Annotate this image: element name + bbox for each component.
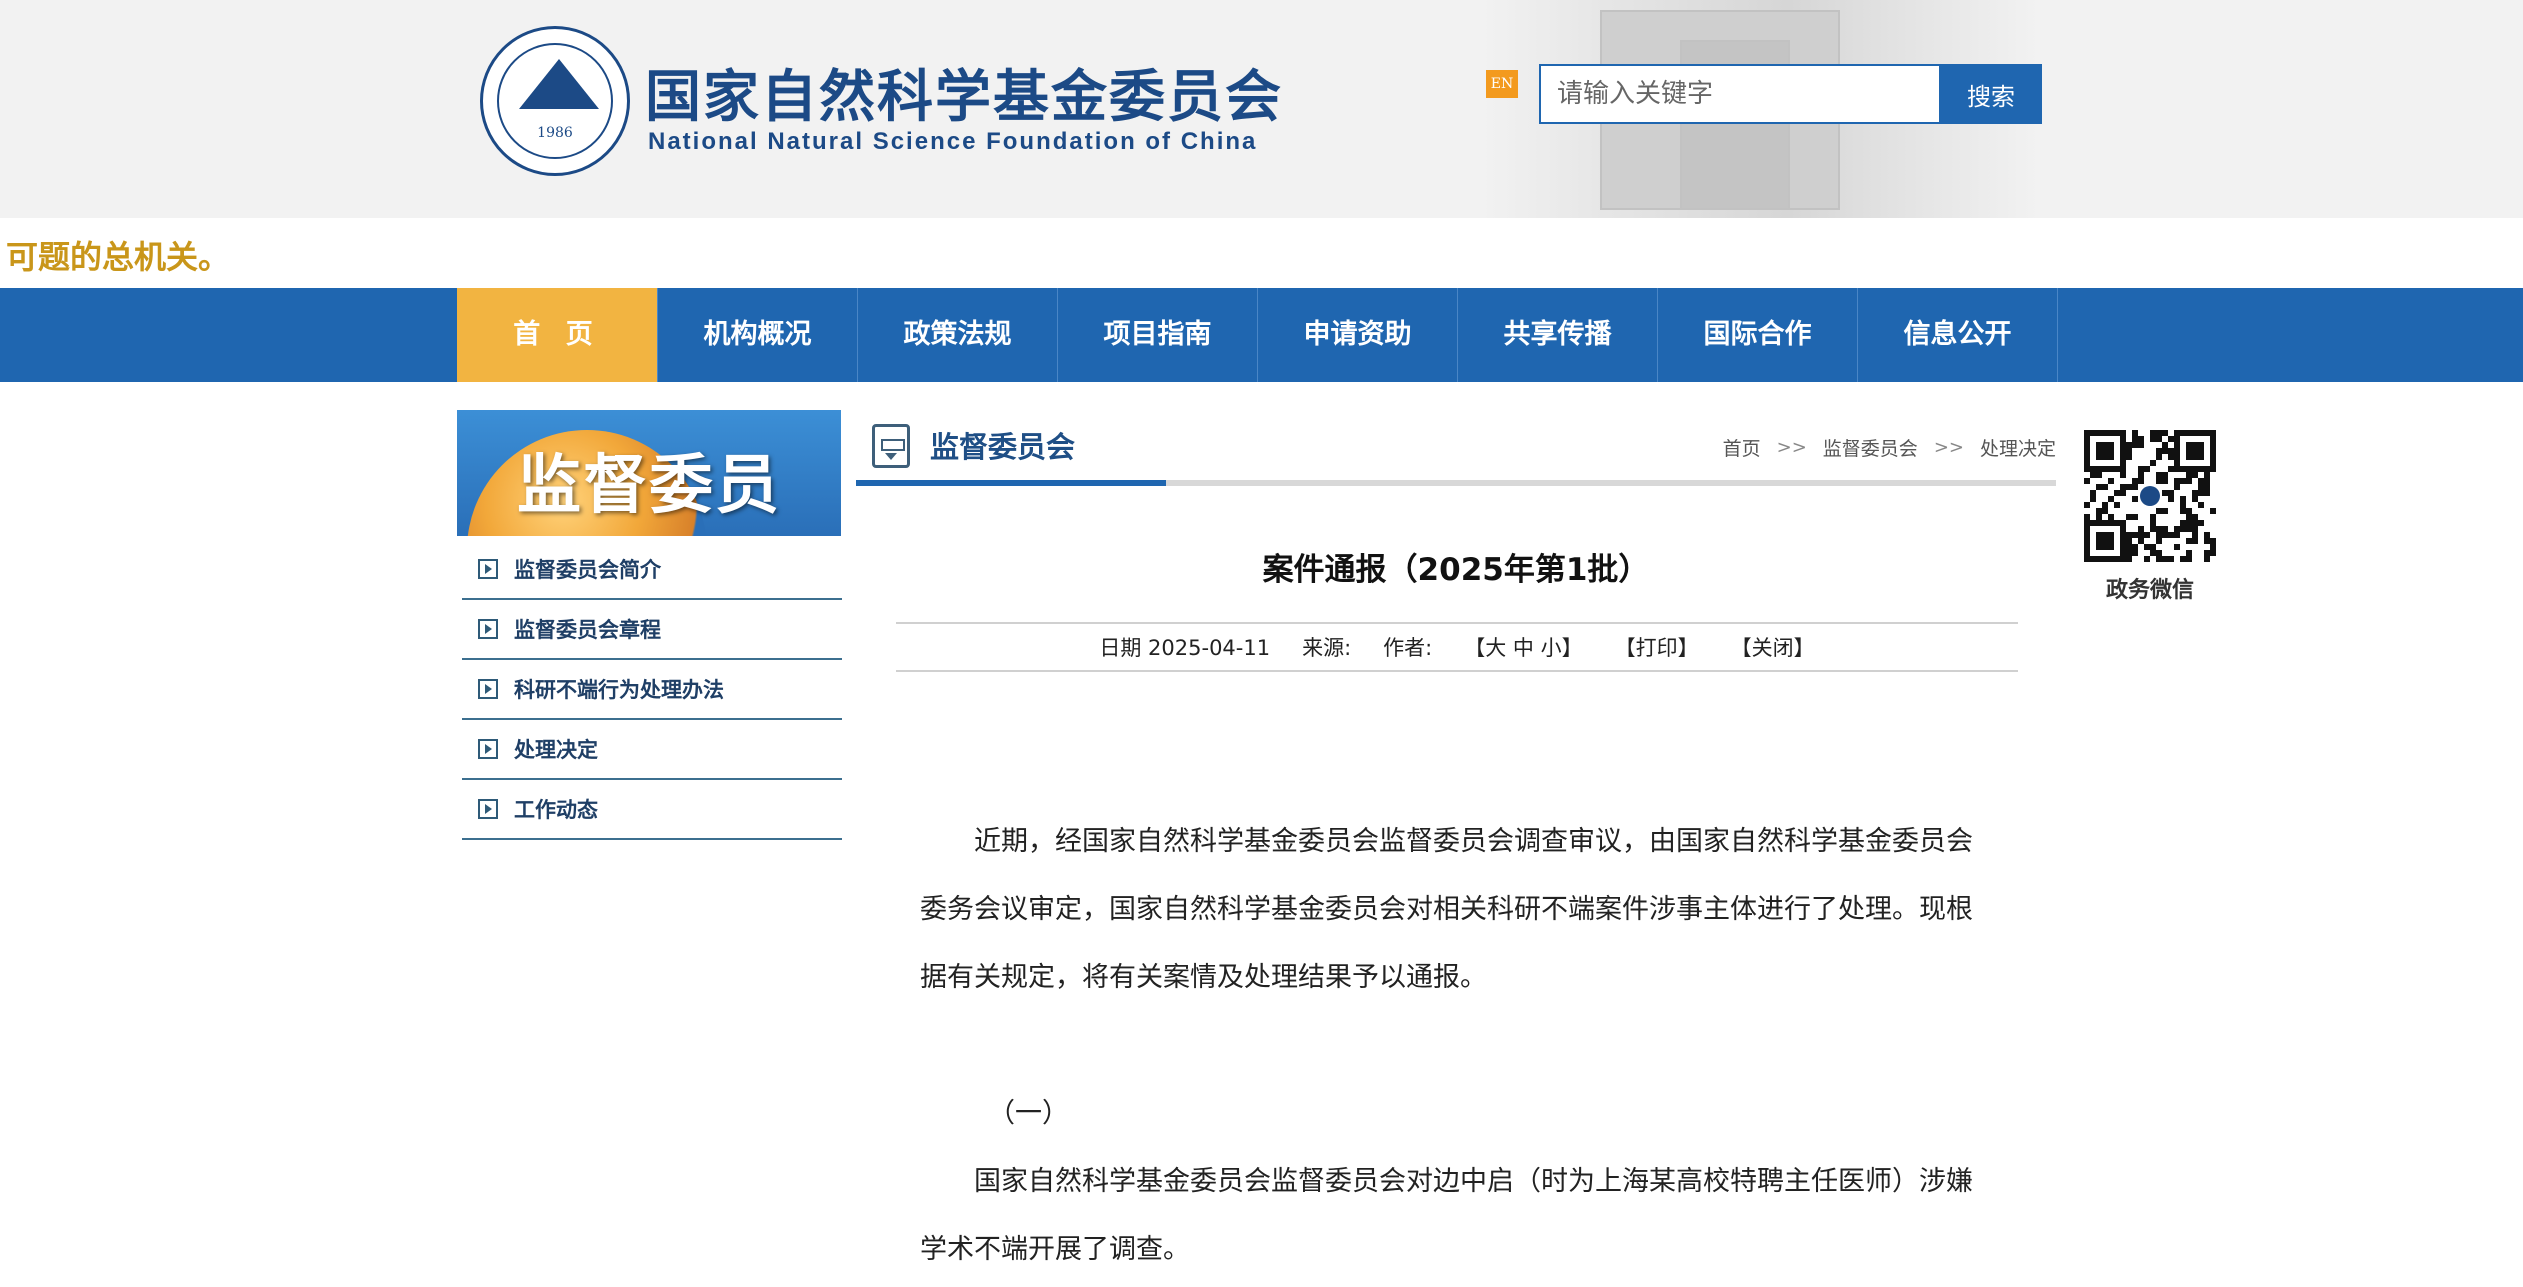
arrow-right-icon [478, 739, 498, 759]
sidebar-item-label: 科研不端行为处理办法 [514, 678, 724, 702]
sidebar-item-intro[interactable]: 监督委员会简介 [462, 540, 842, 600]
nsfc-seal-logo[interactable]: 1986 [480, 26, 630, 176]
nav-item-home[interactable]: 首 页 [457, 288, 657, 382]
nav-item-policy[interactable]: 政策法规 [857, 288, 1057, 382]
arrow-right-icon [478, 679, 498, 699]
column-header: 监督委员会 首页 >> 监督委员会 >> 处理决定 [856, 410, 2056, 486]
column-header-accent [856, 480, 1166, 486]
wechat-qr-code[interactable] [2084, 430, 2216, 562]
article-date: 日期 2025-04-11 [1099, 636, 1271, 660]
breadcrumb-separator: >> [1776, 437, 1807, 458]
english-version-link[interactable]: EN [1486, 70, 1518, 98]
qr-label: 政务微信 [2105, 578, 2194, 603]
arrow-right-icon [478, 559, 498, 579]
breadcrumb-separator: >> [1933, 437, 1964, 458]
nav-item-share[interactable]: 共享传播 [1457, 288, 1657, 382]
nav-item-international[interactable]: 国际合作 [1657, 288, 1857, 382]
search-input[interactable] [1539, 64, 1941, 124]
search-button[interactable]: 搜索 [1940, 64, 2042, 124]
sidebar-banner: 监督委员会 [457, 410, 841, 536]
column-title: 监督委员会 [930, 430, 1076, 464]
sidebar-item-charter[interactable]: 监督委员会章程 [462, 600, 842, 660]
sidebar-banner-title: 监督委员会 [517, 449, 781, 523]
logo-title-en[interactable]: National Natural Science Foundation of C… [648, 128, 1257, 156]
article-body: 近期，经国家自然科学基金委员会监督委员会调查审议，由国家自然科学基金委员会委务会… [920, 808, 1996, 1284]
article-section-heading: （一） [988, 1098, 1069, 1129]
logo-title-cn[interactable]: 国家自然科学基金委员会 [645, 52, 1283, 133]
article-paragraph: 近期，经国家自然科学基金委员会监督委员会调查审议，由国家自然科学基金委员会委务会… [920, 826, 1973, 993]
sidebar-item-label: 监督委员会简介 [514, 558, 661, 582]
nav-item-about[interactable]: 机构概况 [657, 288, 857, 382]
sidebar-item-label: 处理决定 [514, 738, 598, 762]
seal-year: 1986 [537, 125, 573, 141]
sidebar-item-news[interactable]: 工作动态 [462, 780, 842, 840]
sidebar-item-misconduct-rules[interactable]: 科研不端行为处理办法 [462, 660, 842, 720]
scrolling-notice-text: 可题的总机关。 [6, 238, 231, 276]
nav-item-guide[interactable]: 项目指南 [1057, 288, 1257, 382]
nav-item-apply[interactable]: 申请资助 [1257, 288, 1457, 382]
breadcrumb-home[interactable]: 首页 [1723, 434, 1761, 461]
article-paragraph: 国家自然科学基金委员会监督委员会对边中启（时为上海某高校特聘主任医师）涉嫌学术不… [920, 1166, 1973, 1265]
font-size-control[interactable]: 【大 中 小】 [1464, 632, 1582, 662]
close-link[interactable]: 【关闭】 [1731, 632, 1815, 662]
breadcrumb-section[interactable]: 监督委员会 [1823, 434, 1918, 461]
nav-item-disclosure[interactable]: 信息公开 [1857, 288, 2057, 382]
arrow-right-icon [478, 799, 498, 819]
breadcrumb: 首页 >> 监督委员会 >> 处理决定 [1723, 434, 2056, 461]
article-author: 作者: [1383, 636, 1433, 660]
site-header: 1986 国家自然科学基金委员会 National Natural Scienc… [0, 0, 2523, 218]
arrow-right-icon [478, 619, 498, 639]
sidebar-item-label: 监督委员会章程 [514, 618, 661, 642]
document-icon [872, 424, 910, 468]
article-title: 案件通报（2025年第1批） [1262, 552, 1650, 588]
breadcrumb-current[interactable]: 处理决定 [1980, 434, 2056, 461]
scrolling-notice: 可题的总机关。 [0, 226, 2523, 286]
article-source: 来源: [1302, 636, 1352, 660]
main-nav: 首 页 机构概况 政策法规 项目指南 申请资助 共享传播 国际合作 信息公开 [0, 288, 2523, 382]
sidebar-item-label: 工作动态 [514, 798, 598, 822]
sidebar-menu: 监督委员会简介 监督委员会章程 科研不端行为处理办法 处理决定 工作动态 [462, 540, 842, 840]
sidebar-item-decisions[interactable]: 处理决定 [462, 720, 842, 780]
article-meta: 日期 2025-04-11 来源: 作者: 【大 中 小】 【打印】 【关闭】 [896, 622, 2018, 672]
print-link[interactable]: 【打印】 [1615, 632, 1699, 662]
